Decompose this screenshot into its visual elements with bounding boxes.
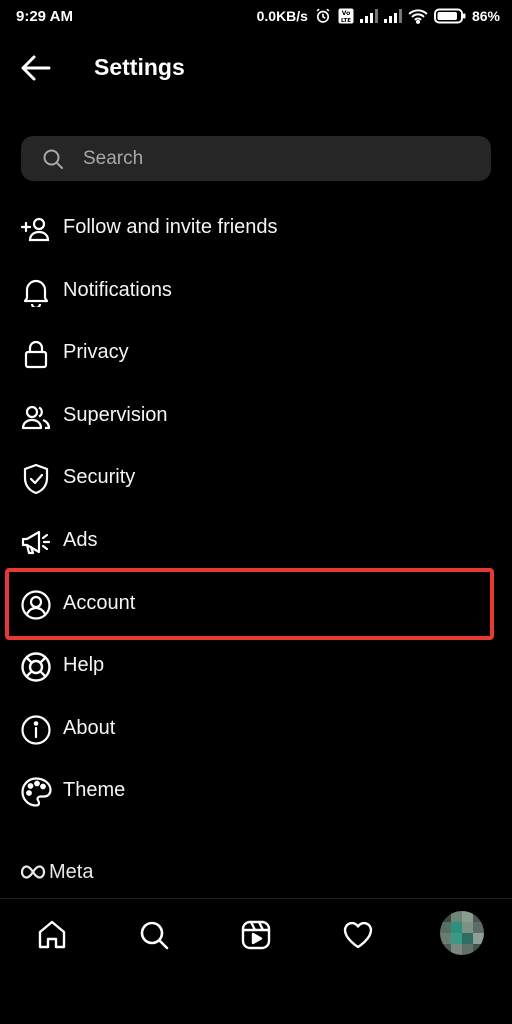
megaphone-icon (20, 527, 52, 557)
menu-item-privacy[interactable]: Privacy (0, 325, 512, 381)
nav-reels-button[interactable] (234, 913, 278, 957)
arrow-left-icon (21, 55, 51, 81)
alarm-icon (316, 8, 330, 23)
menu-item-label: Ads (63, 529, 98, 551)
menu-item-label: Security (63, 466, 136, 488)
menu-item-help[interactable]: Help (0, 638, 512, 694)
menu-item-label: Help (63, 654, 105, 676)
status-icons: 0.0KB/s Vo LTE 86% (257, 6, 500, 26)
bottom-nav (0, 899, 512, 969)
header: Settings (0, 40, 512, 96)
menu-item-label: Account (63, 592, 136, 614)
page-title: Settings (94, 54, 185, 80)
menu-item-about[interactable]: About (0, 701, 512, 757)
lock-icon (20, 339, 52, 369)
meta-logo: Meta (20, 860, 93, 884)
reels-icon (241, 920, 271, 950)
bell-icon (20, 277, 52, 307)
heart-icon (343, 921, 373, 949)
signal-icon (359, 9, 378, 23)
people-icon (20, 402, 52, 432)
search-icon (43, 149, 63, 169)
svg-text:LTE: LTE (341, 18, 351, 24)
user-circle-icon (20, 590, 52, 620)
status-bar: 9:29 AM 0.0KB/s Vo LTE 86% (0, 0, 512, 34)
info-icon (20, 715, 52, 745)
lifebuoy-icon (20, 652, 52, 682)
palette-icon (20, 777, 52, 807)
search-icon (140, 921, 169, 950)
status-time: 9:29 AM (16, 8, 73, 25)
signal-icon (383, 9, 402, 23)
menu-item-follow-and-invite-friends[interactable]: Follow and invite friends (0, 200, 512, 256)
volte-icon: Vo LTE (338, 8, 354, 24)
profile-avatar[interactable] (440, 911, 484, 955)
menu-item-label: Supervision (63, 404, 168, 426)
menu-item-supervision[interactable]: Supervision (0, 388, 512, 444)
wifi-icon (408, 9, 428, 24)
menu-item-label: About (63, 717, 116, 739)
shield-check-icon (20, 463, 52, 495)
menu-item-notifications[interactable]: Notifications (0, 263, 512, 319)
menu-item-ads[interactable]: Ads (0, 513, 512, 569)
nav-search-button[interactable] (132, 913, 176, 957)
menu-item-label: Notifications (63, 279, 172, 301)
meta-text: Meta (49, 860, 94, 883)
back-button[interactable] (16, 50, 56, 86)
battery-icon (433, 8, 466, 24)
search-bar[interactable] (21, 136, 491, 181)
menu-item-account[interactable]: Account (0, 576, 512, 632)
menu-item-label: Theme (63, 779, 126, 801)
meta-infinity-icon (20, 865, 46, 879)
battery-percent: 86% (471, 8, 500, 24)
menu-item-label: Privacy (63, 341, 129, 363)
menu-item-theme[interactable]: Theme (0, 763, 512, 819)
home-icon (38, 920, 66, 949)
menu-item-security[interactable]: Security (0, 450, 512, 506)
svg-text:Vo: Vo (342, 10, 350, 17)
nav-home-button[interactable] (30, 913, 74, 957)
network-speed: 0.0KB/s (256, 8, 308, 24)
search-input[interactable] (83, 136, 473, 181)
add-person-icon (20, 214, 52, 244)
nav-activity-button[interactable] (336, 913, 380, 957)
menu-item-label: Follow and invite friends (63, 216, 278, 238)
